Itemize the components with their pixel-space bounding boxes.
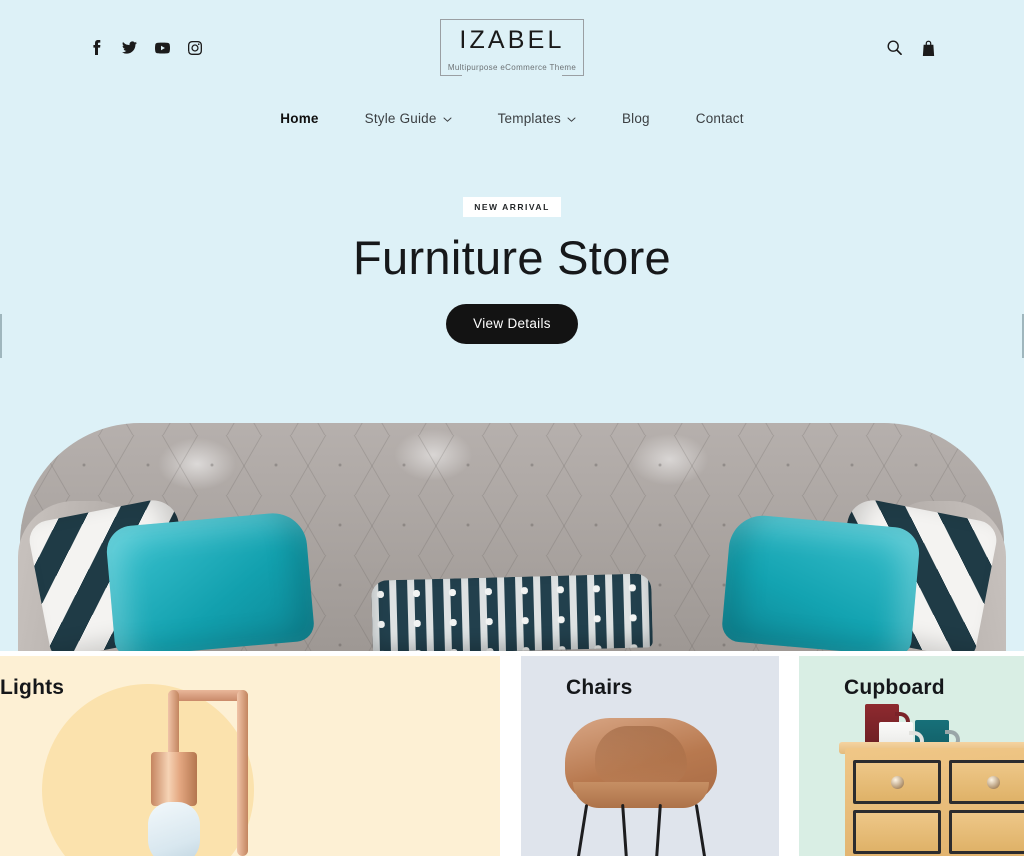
nav-item-contact[interactable]: Contact: [673, 111, 767, 126]
pillow-patterned-center: [371, 573, 653, 651]
carousel-prev-button[interactable]: [0, 314, 2, 358]
facebook-icon[interactable]: [88, 40, 104, 56]
nav-label: Blog: [621, 110, 650, 126]
nav-label: Templates: [497, 110, 561, 126]
shopping-bag-icon[interactable]: [920, 39, 936, 56]
instagram-icon[interactable]: [187, 40, 203, 56]
category-title: Cupboard: [844, 676, 945, 699]
lamp-bulb: [148, 802, 200, 856]
category-card-chairs[interactable]: Chairs: [521, 656, 779, 856]
category-card-lights[interactable]: Lights: [0, 656, 500, 856]
cupboard-drawer: [853, 810, 941, 854]
chair-leg: [694, 804, 707, 856]
nav-item-templates[interactable]: Templates: [475, 111, 599, 126]
logo[interactable]: IZABEL Multipurpose eCommerce Theme: [318, 19, 706, 76]
nav-label: Contact: [695, 110, 744, 126]
chevron-down-icon: [567, 111, 576, 126]
logo-name: IZABEL: [459, 26, 565, 54]
chevron-down-icon: [443, 111, 452, 126]
cupboard-knob: [987, 776, 1000, 789]
nav-label: Home: [280, 110, 319, 126]
lamp-arm-left: [168, 690, 179, 758]
hero-section: IZABEL Multipurpose eCommerce Theme Home…: [0, 0, 1024, 651]
search-icon[interactable]: [886, 39, 902, 56]
twitter-icon[interactable]: [121, 40, 137, 56]
chair-leg: [655, 803, 662, 856]
main-navigation: Home Style Guide Templates Blog Contact: [0, 95, 1024, 141]
header-actions: [706, 39, 936, 56]
nav-label: Style Guide: [364, 110, 437, 126]
hero-content: NEW ARRIVAL Furniture Store View Details: [0, 197, 1024, 344]
lamp-arm-right: [237, 690, 248, 856]
view-details-button[interactable]: View Details: [446, 303, 578, 344]
new-arrival-badge: NEW ARRIVAL: [463, 197, 561, 217]
logo-tagline: Multipurpose eCommerce Theme: [447, 63, 577, 72]
page-root: IZABEL Multipurpose eCommerce Theme Home…: [0, 0, 1024, 856]
chair-seat: [573, 782, 709, 808]
category-title: Lights: [0, 676, 65, 699]
social-links: [88, 40, 318, 56]
category-card-cupboard[interactable]: Cupboard: [799, 656, 1024, 856]
logo-box[interactable]: IZABEL Multipurpose eCommerce Theme: [440, 19, 584, 76]
nav-item-home[interactable]: Home: [257, 111, 341, 126]
cupboard-drawer: [949, 810, 1024, 854]
pillow-teal-left: [104, 510, 316, 651]
chair-leg: [621, 803, 628, 856]
lamp-arm-horizontal: [168, 690, 248, 701]
logo-border-top: [440, 19, 584, 20]
lamp-socket: [151, 752, 197, 806]
hero-sofa-image: [0, 421, 1024, 651]
category-title: Chairs: [566, 676, 633, 699]
nav-item-blog[interactable]: Blog: [599, 111, 673, 126]
pillow-teal-right: [720, 512, 922, 651]
youtube-icon[interactable]: [154, 40, 170, 56]
nav-item-style-guide[interactable]: Style Guide: [342, 111, 475, 126]
cupboard-knob: [891, 776, 904, 789]
chair-leg: [576, 804, 589, 856]
site-header: IZABEL Multipurpose eCommerce Theme: [0, 0, 1024, 95]
chair-seat-inner: [595, 726, 687, 784]
category-cards: Lights Chairs Cupboard: [0, 651, 1024, 856]
hero-title: Furniture Store: [353, 230, 671, 284]
